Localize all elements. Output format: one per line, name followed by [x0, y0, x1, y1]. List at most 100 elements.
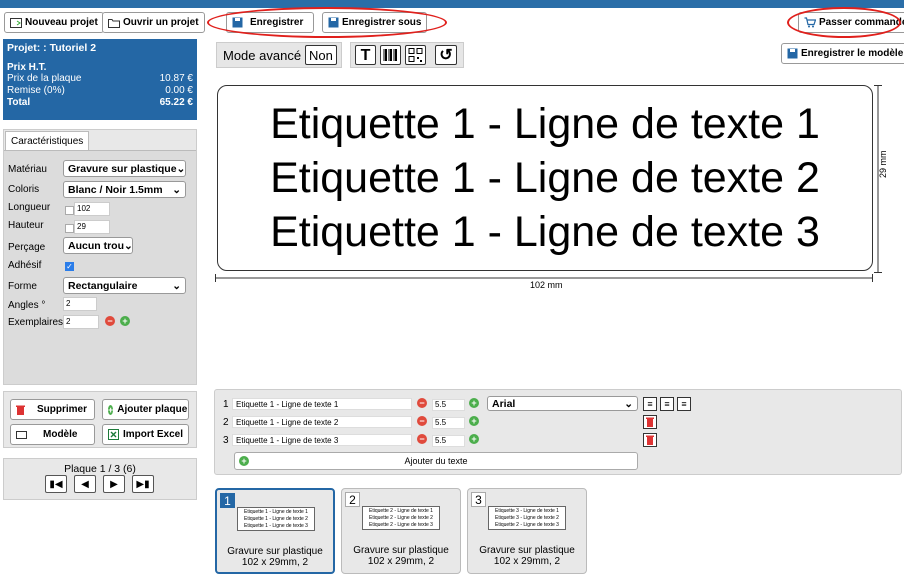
- save-as-button[interactable]: Enregistrer sous: [322, 12, 428, 33]
- thumbnail-size: 102 x 29mm, 2: [493, 556, 561, 567]
- material-value: Gravure sur plastique: [68, 162, 177, 175]
- size-input-3[interactable]: 5.5: [432, 435, 465, 447]
- thumbnail-preview: Etiquette 1 - Ligne de texte 1 Etiquette…: [237, 507, 315, 531]
- text-line-input-2[interactable]: Etiquette 1 - Ligne de texte 2: [232, 416, 412, 428]
- save-model-label: Enregistrer le modèle: [801, 48, 904, 59]
- undo-icon[interactable]: ↺: [435, 45, 457, 65]
- delete-line-icon[interactable]: [643, 433, 657, 447]
- model-button[interactable]: Modèle: [10, 424, 95, 445]
- size-increase-icon[interactable]: +: [469, 416, 479, 426]
- next-page-icon[interactable]: ▶: [103, 475, 125, 493]
- thumbnail-material: Gravure sur plastique: [479, 545, 575, 556]
- angles-input[interactable]: 2: [63, 297, 97, 311]
- add-plate-label: Ajouter plaque: [117, 404, 188, 415]
- preview-line-2: Etiquette 1 - Ligne de texte 2: [270, 154, 820, 202]
- thumbnail-line: Etiquette 3 - Ligne de texte 2: [495, 515, 559, 521]
- colors-select[interactable]: Blanc / Noir 1.5mm ⌄: [63, 181, 186, 198]
- template-icon: [16, 430, 27, 439]
- chevron-down-icon: ⌄: [624, 397, 633, 410]
- advanced-mode-toggle[interactable]: Non: [305, 45, 337, 65]
- chevron-down-icon: ⌄: [124, 239, 133, 252]
- text-lines-panel: 1 Etiquette 1 - Ligne de texte 1 − 5.5 +…: [214, 389, 902, 475]
- add-plate-button[interactable]: + Ajouter plaque: [102, 399, 189, 420]
- advanced-mode-label: Mode avancé: [223, 48, 302, 63]
- thumbnail-size: 102 x 29mm, 2: [367, 556, 435, 567]
- folder-icon: [108, 18, 120, 28]
- height-label: Hauteur: [8, 220, 44, 231]
- size-increase-icon[interactable]: +: [469, 434, 479, 444]
- save-model-button[interactable]: Enregistrer le modèle: [781, 43, 904, 64]
- tab-characteristics[interactable]: Caractéristiques: [5, 131, 90, 151]
- plate-thumbnail[interactable]: 2 Etiquette 2 - Ligne de texte 1 Etiquet…: [341, 488, 461, 574]
- thumbnail-preview: Etiquette 2 - Ligne de texte 1 Etiquette…: [362, 506, 440, 530]
- save-label: Enregistrer: [250, 17, 304, 28]
- size-input-2[interactable]: 5.5: [432, 417, 465, 429]
- align-right-icon[interactable]: ≡: [677, 397, 691, 411]
- shape-select[interactable]: Rectangulaire ⌄: [63, 277, 186, 294]
- length-checkbox[interactable]: [65, 206, 74, 215]
- thumbnail-line: Etiquette 1 - Ligne de texte 2: [244, 516, 308, 522]
- import-excel-button[interactable]: Import Excel: [102, 424, 189, 445]
- new-project-button[interactable]: Nouveau projet: [4, 12, 104, 33]
- order-button[interactable]: Passer commande: [798, 12, 904, 33]
- delete-line-icon[interactable]: [643, 415, 657, 429]
- text-line-input-1[interactable]: Etiquette 1 - Ligne de texte 1: [232, 398, 412, 410]
- size-increase-icon[interactable]: +: [469, 398, 479, 408]
- chevron-down-icon: ⌄: [176, 162, 186, 175]
- new-file-icon: [10, 17, 22, 28]
- plate-thumbnail[interactable]: 3 Etiquette 3 - Ligne de texte 1 Etiquet…: [467, 488, 587, 574]
- drilling-select[interactable]: Aucun trou ⌄: [63, 237, 133, 254]
- import-excel-label: Import Excel: [123, 429, 184, 440]
- thumbnail-caption: Gravure sur plastique 102 x 29mm, 2: [217, 546, 333, 568]
- size-input-1[interactable]: 5.5: [432, 399, 465, 411]
- adhesive-checkbox[interactable]: ✓: [65, 262, 74, 271]
- cart-icon: [804, 17, 816, 28]
- plate-price-row: Prix de la plaque 10.87 €: [7, 73, 193, 85]
- prev-page-icon[interactable]: ◀: [74, 475, 96, 493]
- plate-thumbnail[interactable]: 1 Etiquette 1 - Ligne de texte 1 Etiquet…: [215, 488, 335, 574]
- align-left-icon[interactable]: ≡: [643, 397, 657, 411]
- height-input[interactable]: 29: [74, 220, 110, 234]
- text-tool-icon[interactable]: T: [355, 45, 376, 65]
- first-page-icon[interactable]: ▮◀: [45, 475, 67, 493]
- height-dimension-line: [874, 85, 882, 273]
- size-decrease-icon[interactable]: −: [417, 434, 427, 444]
- align-center-icon[interactable]: ≡: [660, 397, 674, 411]
- width-dimension-label: 102 mm: [530, 280, 563, 290]
- size-decrease-icon[interactable]: −: [417, 416, 427, 426]
- font-select[interactable]: Arial ⌄: [487, 396, 638, 411]
- text-line-input-3[interactable]: Etiquette 1 - Ligne de texte 3: [232, 434, 412, 446]
- open-project-button[interactable]: Ouvrir un projet: [102, 12, 205, 33]
- angles-label: Angles °: [8, 300, 46, 311]
- height-checkbox[interactable]: [65, 224, 74, 233]
- row-number: 3: [223, 435, 229, 446]
- discount-value: 0.00 €: [165, 85, 193, 96]
- barcode-icon[interactable]: [380, 45, 401, 65]
- thumbnail-line: Etiquette 2 - Ligne de texte 1: [369, 508, 433, 514]
- drilling-value: Aucun trou: [68, 239, 124, 252]
- label-preview[interactable]: Etiquette 1 - Ligne de texte 1 Etiquette…: [217, 85, 873, 271]
- thumbnail-line: Etiquette 2 - Ligne de texte 3: [495, 522, 559, 528]
- decrement-icon[interactable]: −: [105, 316, 115, 326]
- save-button[interactable]: Enregistrer: [226, 12, 314, 33]
- insert-toolbar: T ↺: [350, 42, 464, 68]
- length-label: Longueur: [8, 202, 51, 213]
- chevron-down-icon: ⌄: [172, 279, 181, 292]
- excel-icon: [108, 429, 119, 440]
- thumbnail-number: 3: [471, 492, 486, 507]
- thumbnail-size: 102 x 29mm, 2: [241, 557, 309, 568]
- add-text-label: Ajouter du texte: [404, 456, 468, 466]
- thumbnail-number: 1: [220, 493, 235, 508]
- copies-input[interactable]: 2: [63, 315, 99, 329]
- discount-row: Remise (0%) 0.00 €: [7, 85, 193, 97]
- material-select[interactable]: Gravure sur plastique ⌄: [63, 160, 186, 177]
- delete-button[interactable]: Supprimer: [10, 399, 95, 420]
- increment-icon[interactable]: +: [120, 316, 130, 326]
- size-decrease-icon[interactable]: −: [417, 398, 427, 408]
- last-page-icon[interactable]: ▶▮: [132, 475, 154, 493]
- add-text-button[interactable]: + Ajouter du texte: [234, 452, 638, 470]
- total-label: Total: [7, 97, 31, 108]
- qrcode-icon[interactable]: [405, 45, 426, 65]
- length-input[interactable]: 102: [74, 202, 110, 216]
- total-value: 65.22 €: [159, 97, 193, 108]
